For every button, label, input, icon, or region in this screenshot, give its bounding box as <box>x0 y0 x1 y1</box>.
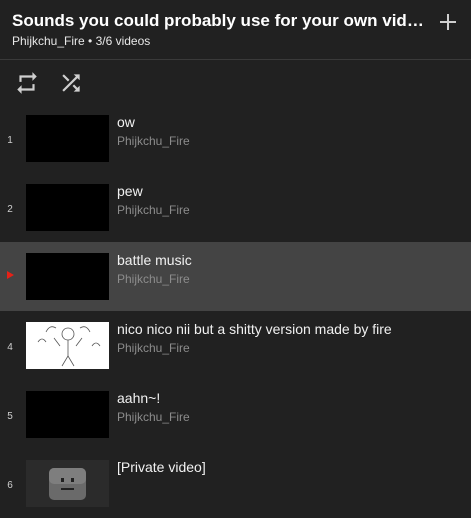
channel-name[interactable]: Phijkchu_Fire <box>117 410 190 424</box>
channel-name[interactable]: Phijkchu_Fire <box>117 203 190 217</box>
playlist-item[interactable]: 2 pew Phijkchu_Fire <box>0 173 471 242</box>
video-title[interactable]: pew <box>117 183 462 200</box>
video-thumbnail[interactable] <box>26 322 109 369</box>
video-thumbnail[interactable] <box>26 115 109 162</box>
channel-name[interactable]: Phijkchu_Fire <box>117 341 190 355</box>
video-thumbnail[interactable] <box>26 184 109 231</box>
loop-icon <box>17 72 37 94</box>
item-index: 4 <box>7 342 13 353</box>
video-thumbnail[interactable] <box>26 460 109 507</box>
video-title[interactable]: battle music <box>117 252 462 269</box>
channel-name[interactable]: Phijkchu_Fire <box>117 134 190 148</box>
playlist-item[interactable]: 1 ow Phijkchu_Fire <box>0 104 471 173</box>
item-index: 6 <box>7 480 13 491</box>
video-title[interactable]: aahn~! <box>117 390 462 407</box>
sketch-drawing-icon <box>37 326 101 367</box>
playlist-item[interactable]: 4 nico nico nii but a shitty version mad… <box>0 311 471 380</box>
private-video-icon <box>49 468 86 500</box>
add-button[interactable] <box>436 10 460 34</box>
shuffle-icon <box>62 74 80 92</box>
header-divider <box>0 59 471 60</box>
playlist-title[interactable]: Sounds you could probably use for your o… <box>12 10 432 32</box>
loop-button[interactable] <box>14 70 40 96</box>
item-index: 5 <box>7 411 13 422</box>
playlist-item-now-playing[interactable]: battle music Phijkchu_Fire <box>0 242 471 311</box>
video-title[interactable]: nico nico nii but a shitty version made … <box>117 321 462 338</box>
video-title[interactable]: ow <box>117 114 462 131</box>
playlist-item-private[interactable]: 6 [Private video] <box>0 449 471 518</box>
playlist-header: Sounds you could probably use for your o… <box>0 0 471 104</box>
item-index: 1 <box>7 135 13 146</box>
shuffle-button[interactable] <box>58 70 84 96</box>
video-title[interactable]: [Private video] <box>117 459 462 476</box>
playlist-subtitle: Phijkchu_Fire • 3/6 videos <box>12 34 151 48</box>
item-index: 2 <box>7 204 13 215</box>
video-thumbnail[interactable] <box>26 391 109 438</box>
video-thumbnail[interactable] <box>26 253 109 300</box>
playlist-item[interactable]: 5 aahn~! Phijkchu_Fire <box>0 380 471 449</box>
channel-name[interactable]: Phijkchu_Fire <box>117 272 190 286</box>
plus-icon <box>440 14 456 30</box>
now-playing-icon <box>7 271 14 279</box>
